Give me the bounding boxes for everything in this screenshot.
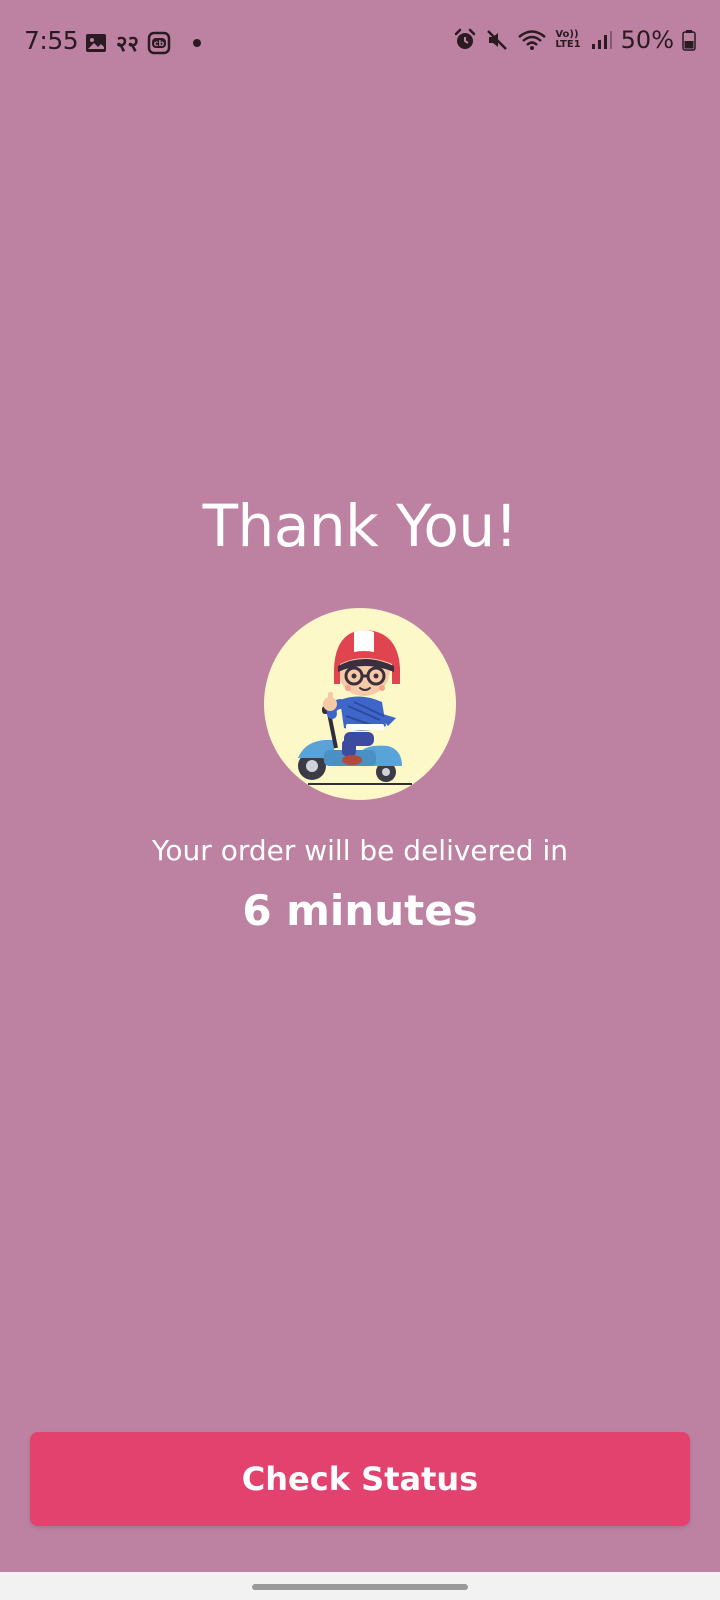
status-right-icons: Vo)) LTE1 50% (453, 26, 696, 54)
delivery-eta: 6 minutes (242, 886, 478, 935)
check-status-button[interactable]: Check Status (30, 1432, 690, 1526)
status-left-icons: २२ cb (84, 28, 201, 58)
alarm-icon (453, 28, 477, 52)
check-status-label: Check Status (241, 1460, 479, 1498)
sim-label: २२ (116, 32, 139, 57)
screen: 7:55 २२ cb Vo)) LTE1 50% Thank You! Your… (0, 0, 720, 1572)
wifi-icon (517, 28, 547, 52)
signal-icon (589, 28, 613, 52)
home-gesture-handle[interactable] (252, 1584, 468, 1590)
notification-dot (192, 39, 201, 47)
volte-icon: Vo)) LTE1 (555, 30, 580, 50)
status-time: 7:55 (24, 26, 79, 55)
navigation-bar (0, 1572, 720, 1600)
cb-app-icon: cb (147, 31, 171, 55)
svg-text:cb: cb (154, 39, 165, 48)
status-bar: 7:55 २२ cb Vo)) LTE1 50% (0, 0, 720, 84)
volte-label-bottom: LTE1 (555, 39, 581, 50)
delivery-message: Your order will be delivered in (152, 834, 568, 867)
page-title: Thank You! (202, 492, 518, 560)
gallery-icon (84, 31, 108, 55)
delivery-scooter-illustration (264, 608, 456, 800)
mute-icon (485, 28, 509, 52)
battery-icon (682, 28, 696, 52)
battery-percent: 50% (620, 26, 674, 54)
